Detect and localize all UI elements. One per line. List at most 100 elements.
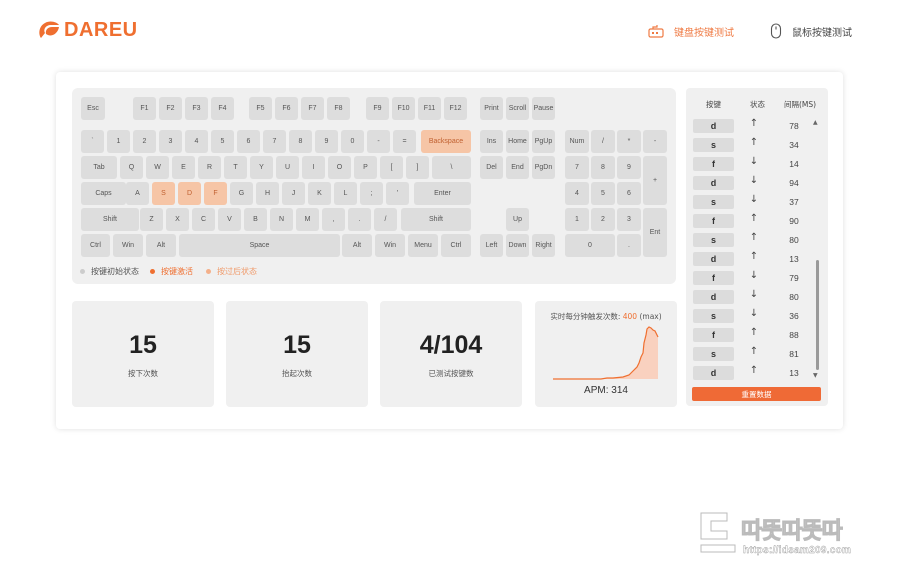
- key-tab[interactable]: Tab: [81, 156, 117, 179]
- key-win[interactable]: Win: [113, 234, 143, 257]
- key-r[interactable]: R: [198, 156, 221, 179]
- key-win[interactable]: Win: [375, 234, 405, 257]
- key-z[interactable]: Z: [140, 208, 163, 231]
- key-sym12[interactable]: =: [393, 130, 416, 153]
- key-0[interactable]: 0: [341, 130, 364, 153]
- key-2[interactable]: 2: [591, 208, 615, 231]
- nav-keyboard-test[interactable]: 键盘按键测试: [648, 20, 734, 42]
- key-3[interactable]: 3: [159, 130, 182, 153]
- key-f[interactable]: F: [204, 182, 227, 205]
- key-l[interactable]: L: [334, 182, 357, 205]
- key-9[interactable]: 9: [617, 156, 641, 179]
- key-ent[interactable]: Ent: [643, 208, 667, 257]
- key-s[interactable]: S: [152, 182, 175, 205]
- key-h[interactable]: H: [256, 182, 279, 205]
- key-o[interactable]: O: [328, 156, 351, 179]
- key-sym11[interactable]: ': [386, 182, 409, 205]
- key-j[interactable]: J: [282, 182, 305, 205]
- key-y[interactable]: Y: [250, 156, 273, 179]
- key-4[interactable]: 4: [185, 130, 208, 153]
- key-5[interactable]: 5: [591, 182, 615, 205]
- key-sym11[interactable]: [: [380, 156, 403, 179]
- key-up[interactable]: Up: [506, 208, 529, 231]
- key-alt[interactable]: Alt: [342, 234, 372, 257]
- key-f7[interactable]: F7: [301, 97, 324, 120]
- key-pause[interactable]: Pause: [532, 97, 555, 120]
- key-esc[interactable]: Esc: [81, 97, 105, 120]
- key-f9[interactable]: F9: [366, 97, 389, 120]
- key-sym10[interactable]: ;: [360, 182, 383, 205]
- key-k[interactable]: K: [308, 182, 331, 205]
- key-w[interactable]: W: [146, 156, 169, 179]
- key-6[interactable]: 6: [237, 130, 260, 153]
- key-ctrl[interactable]: Ctrl: [81, 234, 110, 257]
- key-c[interactable]: C: [192, 208, 215, 231]
- key-caps[interactable]: Caps: [81, 182, 126, 205]
- key-ctrl[interactable]: Ctrl: [441, 234, 471, 257]
- scroll-down-arrow-icon[interactable]: ▼: [813, 372, 818, 379]
- key-x[interactable]: X: [166, 208, 189, 231]
- key-sym18[interactable]: /: [591, 130, 615, 153]
- key-f6[interactable]: F6: [275, 97, 298, 120]
- key-sym12[interactable]: .: [617, 234, 641, 257]
- key-1[interactable]: 1: [565, 208, 589, 231]
- key-right[interactable]: Right: [532, 234, 555, 257]
- key-sym8[interactable]: ,: [322, 208, 345, 231]
- key-7[interactable]: 7: [263, 130, 286, 153]
- key-v[interactable]: V: [218, 208, 241, 231]
- key-f2[interactable]: F2: [159, 97, 182, 120]
- key-f12[interactable]: F12: [444, 97, 467, 120]
- key-f10[interactable]: F10: [392, 97, 415, 120]
- key-e[interactable]: E: [172, 156, 195, 179]
- key-sym19[interactable]: *: [617, 130, 641, 153]
- key-p[interactable]: P: [354, 156, 377, 179]
- key-space[interactable]: Space: [179, 234, 340, 257]
- key-i[interactable]: I: [302, 156, 325, 179]
- key-del[interactable]: Del: [480, 156, 503, 179]
- key-f4[interactable]: F4: [211, 97, 234, 120]
- key-sym11[interactable]: -: [367, 130, 390, 153]
- key-6[interactable]: 6: [617, 182, 641, 205]
- reset-data-button[interactable]: 重置数据: [692, 387, 821, 401]
- key-enter[interactable]: Enter: [414, 182, 471, 205]
- key-shift[interactable]: Shift: [401, 208, 471, 231]
- key-3[interactable]: 3: [617, 208, 641, 231]
- key-0[interactable]: 0: [565, 234, 615, 257]
- key-pgdn[interactable]: PgDn: [532, 156, 555, 179]
- key-5[interactable]: 5: [211, 130, 234, 153]
- key-menu[interactable]: Menu: [408, 234, 438, 257]
- key-sym20[interactable]: -: [643, 130, 667, 153]
- key-d[interactable]: D: [178, 182, 201, 205]
- key-8[interactable]: 8: [289, 130, 312, 153]
- key-shift[interactable]: Shift: [81, 208, 139, 231]
- dareu-logo[interactable]: DAREU: [37, 17, 138, 43]
- key-alt[interactable]: Alt: [146, 234, 176, 257]
- key-a[interactable]: A: [126, 182, 149, 205]
- key-9[interactable]: 9: [315, 130, 338, 153]
- key-f3[interactable]: F3: [185, 97, 208, 120]
- key-sym20[interactable]: +: [643, 156, 667, 205]
- key-ins[interactable]: Ins: [480, 130, 503, 153]
- key-end[interactable]: End: [506, 156, 529, 179]
- key-u[interactable]: U: [276, 156, 299, 179]
- key-pgup[interactable]: PgUp: [532, 130, 555, 153]
- key-sym10[interactable]: /: [374, 208, 397, 231]
- key-g[interactable]: G: [230, 182, 253, 205]
- key-num[interactable]: Num: [565, 130, 589, 153]
- key-n[interactable]: N: [270, 208, 293, 231]
- key-b[interactable]: B: [244, 208, 267, 231]
- key-8[interactable]: 8: [591, 156, 615, 179]
- key-1[interactable]: 1: [107, 130, 130, 153]
- key-down[interactable]: Down: [506, 234, 529, 257]
- log-scrollbar-thumb[interactable]: [816, 260, 819, 370]
- key-scroll[interactable]: Scroll: [506, 97, 529, 120]
- key-sym9[interactable]: .: [348, 208, 371, 231]
- nav-mouse-test[interactable]: 鼠标按键测试: [770, 20, 852, 42]
- key-7[interactable]: 7: [565, 156, 589, 179]
- key-m[interactable]: M: [296, 208, 319, 231]
- key-sym0[interactable]: `: [81, 130, 104, 153]
- key-f8[interactable]: F8: [327, 97, 350, 120]
- key-sym12[interactable]: ]: [406, 156, 429, 179]
- key-sym13[interactable]: \: [432, 156, 471, 179]
- key-backspace[interactable]: Backspace: [421, 130, 471, 153]
